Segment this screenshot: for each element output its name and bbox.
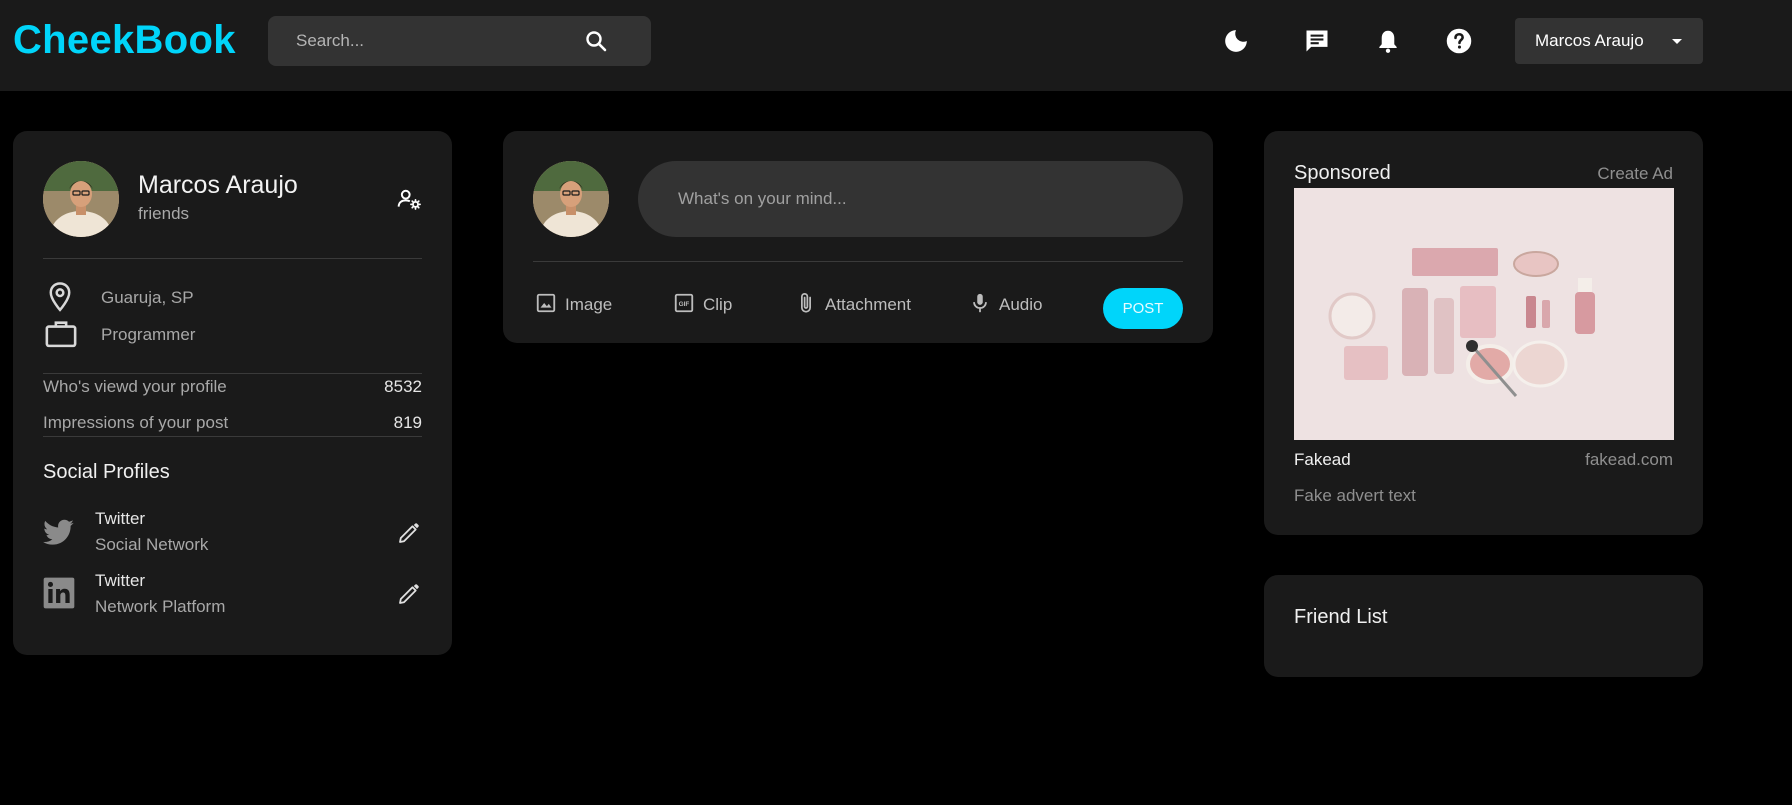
divider: [43, 436, 422, 437]
image-icon: [535, 292, 557, 319]
sponsored-card: Sponsored Create Ad Fakead fakead.com Fa…: [1264, 131, 1703, 535]
social-name: Twitter: [95, 509, 146, 528]
search-icon[interactable]: [584, 29, 608, 53]
ad-image[interactable]: [1294, 188, 1674, 440]
avatar[interactable]: [533, 161, 609, 237]
edit-icon[interactable]: [397, 582, 421, 606]
briefcase-icon: [43, 317, 79, 349]
social-name: Twitter: [95, 571, 146, 590]
profile-subtitle: friends: [138, 204, 190, 223]
svg-text:GIF: GIF: [679, 301, 690, 308]
search-input[interactable]: [296, 16, 586, 66]
post-input[interactable]: [678, 161, 1158, 237]
attachment-button[interactable]: Attachment: [795, 291, 911, 319]
microphone-icon: [969, 291, 991, 320]
image-label: Image: [565, 295, 613, 314]
dark-mode-icon[interactable]: [1221, 26, 1251, 56]
post-composer: Image GIF Clip Attachment Audio POST: [503, 131, 1213, 343]
sponsored-title: Sponsored: [1294, 162, 1391, 184]
divider: [43, 373, 422, 374]
attachment-label: Attachment: [825, 295, 911, 314]
user-select[interactable]: Marcos Araujo: [1515, 18, 1703, 64]
profile-name[interactable]: Marcos Araujo: [138, 171, 298, 200]
social-desc: Social Network: [95, 535, 209, 554]
friend-list-title: Friend List: [1294, 606, 1388, 628]
notification-icon[interactable]: [1373, 26, 1403, 56]
ad-name: Fakead: [1294, 450, 1351, 469]
user-select-name: Marcos Araujo: [1535, 31, 1644, 50]
edit-icon[interactable]: [397, 521, 421, 545]
search-box[interactable]: [268, 16, 651, 66]
create-ad-link[interactable]: Create Ad: [1597, 164, 1673, 184]
navbar: CheekBook Marcos Araujo: [0, 0, 1792, 91]
avatar[interactable]: [43, 161, 119, 237]
stat-value: 8532: [384, 377, 422, 396]
divider: [533, 261, 1183, 262]
gif-icon: GIF: [673, 292, 695, 319]
app-logo[interactable]: CheekBook: [13, 18, 236, 63]
help-icon[interactable]: [1444, 26, 1474, 56]
social-desc: Network Platform: [95, 597, 226, 616]
twitter-icon: [43, 516, 75, 548]
stat-label: Who's viewd your profile: [43, 377, 227, 396]
friend-list-card: Friend List: [1264, 575, 1703, 677]
stat-label: Impressions of your post: [43, 413, 229, 432]
audio-label: Audio: [999, 295, 1043, 314]
profile-occupation: Programmer: [101, 325, 196, 344]
profile-location: Guaruja, SP: [101, 288, 194, 307]
message-icon[interactable]: [1302, 26, 1332, 56]
clip-label: Clip: [703, 295, 733, 314]
clip-button[interactable]: GIF Clip: [673, 291, 732, 319]
ad-url[interactable]: fakead.com: [1585, 450, 1673, 470]
attachment-icon: [795, 291, 817, 320]
social-profiles-title: Social Profiles: [43, 461, 170, 483]
post-input-wrapper[interactable]: [638, 161, 1183, 237]
ad-text: Fake advert text: [1294, 486, 1416, 505]
profile-card: Marcos Araujo friends Guaruja, SP Progra…: [13, 131, 452, 655]
chevron-down-icon[interactable]: [1667, 31, 1687, 51]
post-button[interactable]: POST: [1103, 288, 1183, 329]
stat-value: 819: [393, 413, 422, 432]
linkedin-icon: [43, 577, 75, 609]
divider: [43, 258, 422, 259]
audio-button[interactable]: Audio: [969, 291, 1042, 319]
image-button[interactable]: Image: [535, 291, 612, 319]
location-icon: [45, 281, 75, 313]
manage-accounts-icon[interactable]: [396, 186, 422, 212]
